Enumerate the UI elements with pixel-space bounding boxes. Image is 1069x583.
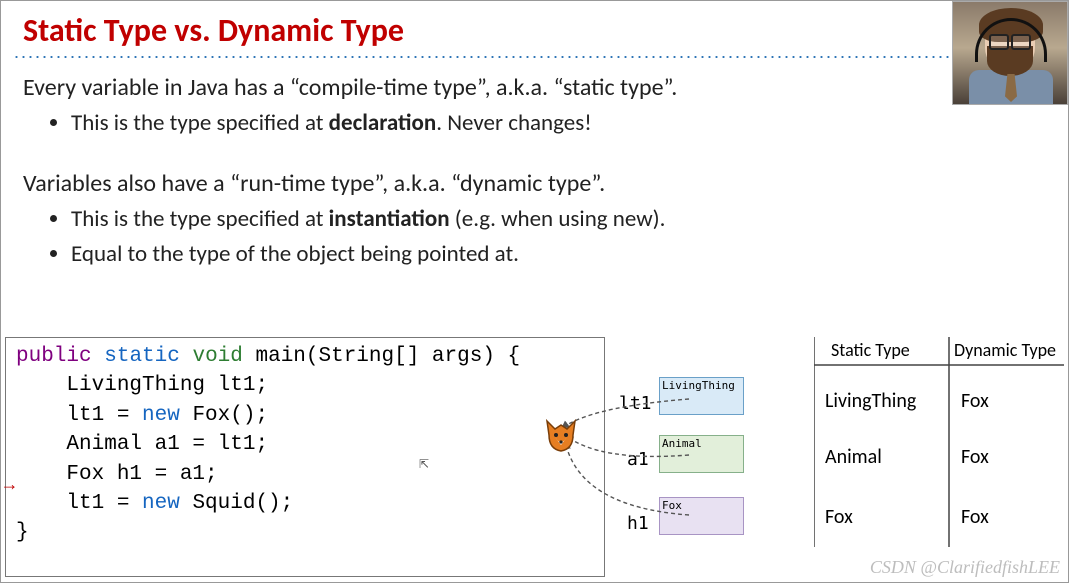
cell-h1-static: Fox — [825, 505, 853, 529]
text: . Never changes! — [436, 109, 592, 137]
paragraph-dynamic-type: Variables also have a “run-time type”, a… — [1, 164, 1068, 202]
cell-a1-dynamic: Fox — [961, 445, 989, 469]
kw-new: new — [142, 404, 180, 427]
code-text: Fox(); — [180, 404, 268, 427]
slide-title: Static Type vs. Dynamic Type — [1, 1, 1068, 56]
kw-public: public — [16, 345, 92, 368]
bullet-dynamic-1: This is the type specified at instantiat… — [71, 202, 1068, 237]
fox-icon — [541, 415, 581, 455]
type-diagram: Static Type Dynamic Type LivingThing Fox… — [609, 337, 1064, 575]
bullet-static-1: This is the type specified at declaratio… — [71, 106, 1068, 141]
bullets-dynamic: This is the type specified at instantiat… — [1, 202, 1068, 273]
text-bold: instantiation — [329, 205, 450, 233]
cell-h1-dynamic: Fox — [961, 505, 989, 529]
cell-lt1-static: LivingThing — [825, 389, 916, 413]
title-underline — [13, 56, 973, 58]
text: (e.g. when using new). — [450, 205, 666, 233]
text: This is the type specified at — [71, 205, 329, 233]
code-text: main(String[] args) { — [243, 345, 520, 368]
presenter-webcam — [952, 1, 1068, 105]
cell-lt1-dynamic: Fox — [961, 389, 989, 413]
text: This is the type specified at — [71, 109, 329, 137]
code-snippet: public static void main(String[] args) {… — [5, 337, 605, 577]
current-line-arrow-icon: → — [4, 474, 15, 499]
code-text: } — [16, 521, 29, 544]
code-text: Animal a1 = lt1; — [16, 433, 268, 456]
mouse-cursor-icon: ⇱ — [419, 457, 429, 472]
col-header-static: Static Type — [831, 339, 910, 361]
kw-void: void — [192, 345, 242, 368]
watermark: CSDN @ClarifiedfishLEE — [870, 557, 1060, 578]
code-text: LivingThing lt1; — [16, 374, 268, 397]
pointer-arrows — [529, 377, 759, 557]
cell-a1-static: Animal — [825, 445, 882, 469]
code-text: Squid(); — [180, 492, 293, 515]
kw-static: static — [104, 345, 180, 368]
bullet-dynamic-2: Equal to the type of the object being po… — [71, 237, 1068, 272]
code-text: lt1 = — [16, 492, 142, 515]
code-text: lt1 = — [16, 404, 142, 427]
code-text: Fox h1 = a1; — [16, 463, 218, 486]
kw-new: new — [142, 492, 180, 515]
text-bold: declaration — [329, 109, 437, 137]
col-header-dynamic: Dynamic Type — [954, 339, 1056, 361]
bullets-static: This is the type specified at declaratio… — [1, 106, 1068, 141]
paragraph-static-type: Every variable in Java has a “compile-ti… — [1, 68, 1068, 106]
